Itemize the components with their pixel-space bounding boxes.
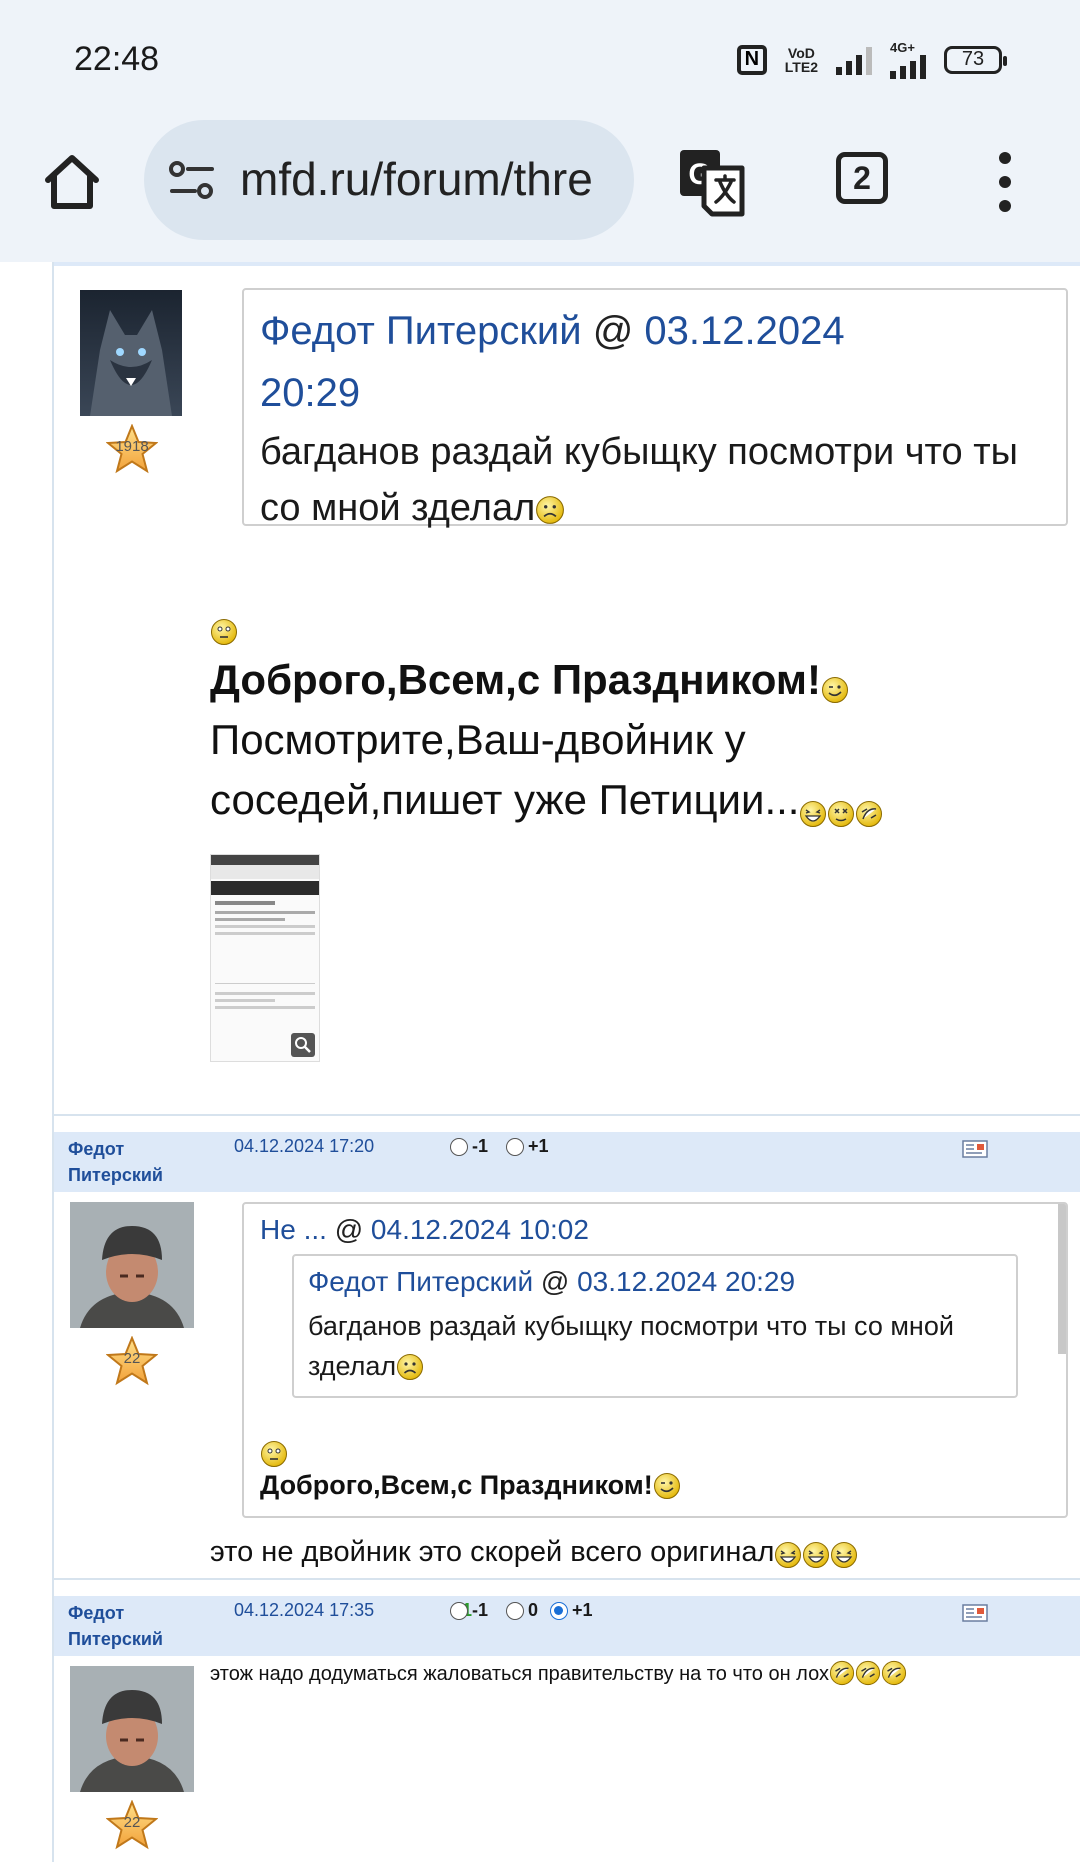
post-body: Доброго,Всем,с Праздником! Посмотрите,Ва…	[210, 650, 1070, 830]
vote-zero-radio[interactable]	[506, 1601, 524, 1620]
status-icons: N VoD LTE2 4G+ 73	[736, 40, 1007, 79]
translate-icon[interactable]: G	[676, 146, 748, 218]
rofl-smiley-icon	[881, 1660, 907, 1686]
avatar	[70, 1202, 194, 1328]
quote-text: багданов раздай кубыщку посмотри что ты …	[260, 431, 1018, 529]
quote-date[interactable]: 03.12.2024 20:29	[577, 1266, 795, 1297]
post-header-partial	[54, 262, 1080, 266]
vote-minus-radio[interactable]	[450, 1601, 468, 1620]
quote-scrollbar[interactable]	[1058, 1204, 1066, 1354]
quote-date[interactable]: 03.12.2024	[644, 309, 844, 353]
quote-block: Федот Питерский @ 03.12.2024 20:29 багда…	[242, 288, 1068, 529]
post-divider	[52, 1114, 1080, 1116]
nfc-icon: N	[736, 44, 767, 75]
post-author[interactable]: Федот Питерский	[68, 1136, 188, 1188]
volte-icon: VoD LTE2	[784, 44, 818, 75]
grin-smiley-icon	[802, 1541, 830, 1569]
grin-smiley-icon	[799, 800, 827, 828]
home-icon[interactable]	[40, 150, 104, 214]
vote-minus-radio[interactable]	[450, 1137, 468, 1156]
post-date: 04.12.2024 17:20	[234, 1136, 375, 1156]
dizzy-smiley-icon	[827, 800, 855, 828]
rank-star: 22	[106, 1800, 158, 1850]
battery-icon: 73	[944, 45, 1007, 74]
more-menu-icon[interactable]	[990, 152, 1020, 212]
wink-smiley-icon	[821, 676, 849, 704]
tab-switcher-button[interactable]: 2	[836, 152, 888, 204]
quote-author[interactable]: Федот Питерский	[260, 309, 582, 353]
thinking-smiley-icon	[260, 1440, 288, 1468]
quote-author[interactable]: Не ...	[260, 1214, 327, 1245]
quote-text: Доброго,Всем,с Праздником!	[260, 1470, 681, 1501]
profile-card-icon[interactable]	[962, 1140, 988, 1158]
post-divider	[52, 1578, 1080, 1580]
post-body: это не двойник это скорей всего оригинал	[210, 1536, 858, 1569]
post-header: Федот Питерский 04.12.2024 17:20 -1 +1	[54, 1132, 1080, 1192]
attached-screenshot-thumbnail[interactable]	[210, 854, 320, 1062]
vote-plus-radio[interactable]	[550, 1601, 568, 1620]
grin-smiley-icon	[774, 1541, 802, 1569]
sad-smiley-icon	[396, 1353, 424, 1381]
site-settings-icon[interactable]	[168, 160, 216, 200]
sad-smiley-icon	[535, 495, 565, 525]
quote-date[interactable]: 04.12.2024 10:02	[371, 1214, 589, 1245]
signal-1-icon	[836, 45, 872, 75]
post-body: этож надо додуматься жаловаться правител…	[210, 1660, 907, 1686]
grin-smiley-icon	[830, 1541, 858, 1569]
signal-2-icon: 4G+	[890, 40, 926, 79]
rofl-smiley-icon	[829, 1660, 855, 1686]
address-bar[interactable]: mfd.ru/forum/thre	[144, 120, 634, 240]
thinking-smiley-icon	[210, 618, 238, 646]
rank-star: 22	[106, 1336, 158, 1386]
post-header: ФедотПитерский 04.12.2024 17:35 1 -1 0 +…	[54, 1596, 1080, 1656]
vote-plus-radio[interactable]	[506, 1137, 524, 1156]
rofl-smiley-icon	[855, 1660, 881, 1686]
quote-author[interactable]: Федот Питерский	[308, 1266, 533, 1297]
nested-quote-block: Федот Питерский @ 03.12.2024 20:29 багда…	[292, 1254, 1018, 1398]
zoom-icon[interactable]	[291, 1033, 315, 1057]
browser-chrome: 22:48 N VoD LTE2 4G+ 73 mfd.ru/forum/thre…	[0, 0, 1080, 262]
avatar	[80, 290, 182, 416]
quote-time[interactable]: 20:29	[260, 371, 360, 415]
quote-text: багданов раздай кубыщку посмотри что ты …	[308, 1311, 954, 1381]
rank-star: 1918	[106, 424, 158, 474]
quote-block: Не ... @ 04.12.2024 10:02 Федот Питерски…	[242, 1202, 1068, 1518]
post-date: 04.12.2024 17:35	[234, 1600, 375, 1620]
avatar	[70, 1666, 194, 1792]
forum-page: 1918 Федот Питерский @ 03.12.2024 20:29 …	[0, 262, 1080, 1862]
wink-smiley-icon	[653, 1472, 681, 1500]
post-author[interactable]: Федот Питерский	[68, 1600, 188, 1652]
rofl-smiley-icon	[855, 800, 883, 828]
url-text: mfd.ru/forum/thre	[240, 153, 593, 205]
profile-card-icon[interactable]	[962, 1604, 988, 1622]
status-time: 22:48	[74, 40, 160, 78]
